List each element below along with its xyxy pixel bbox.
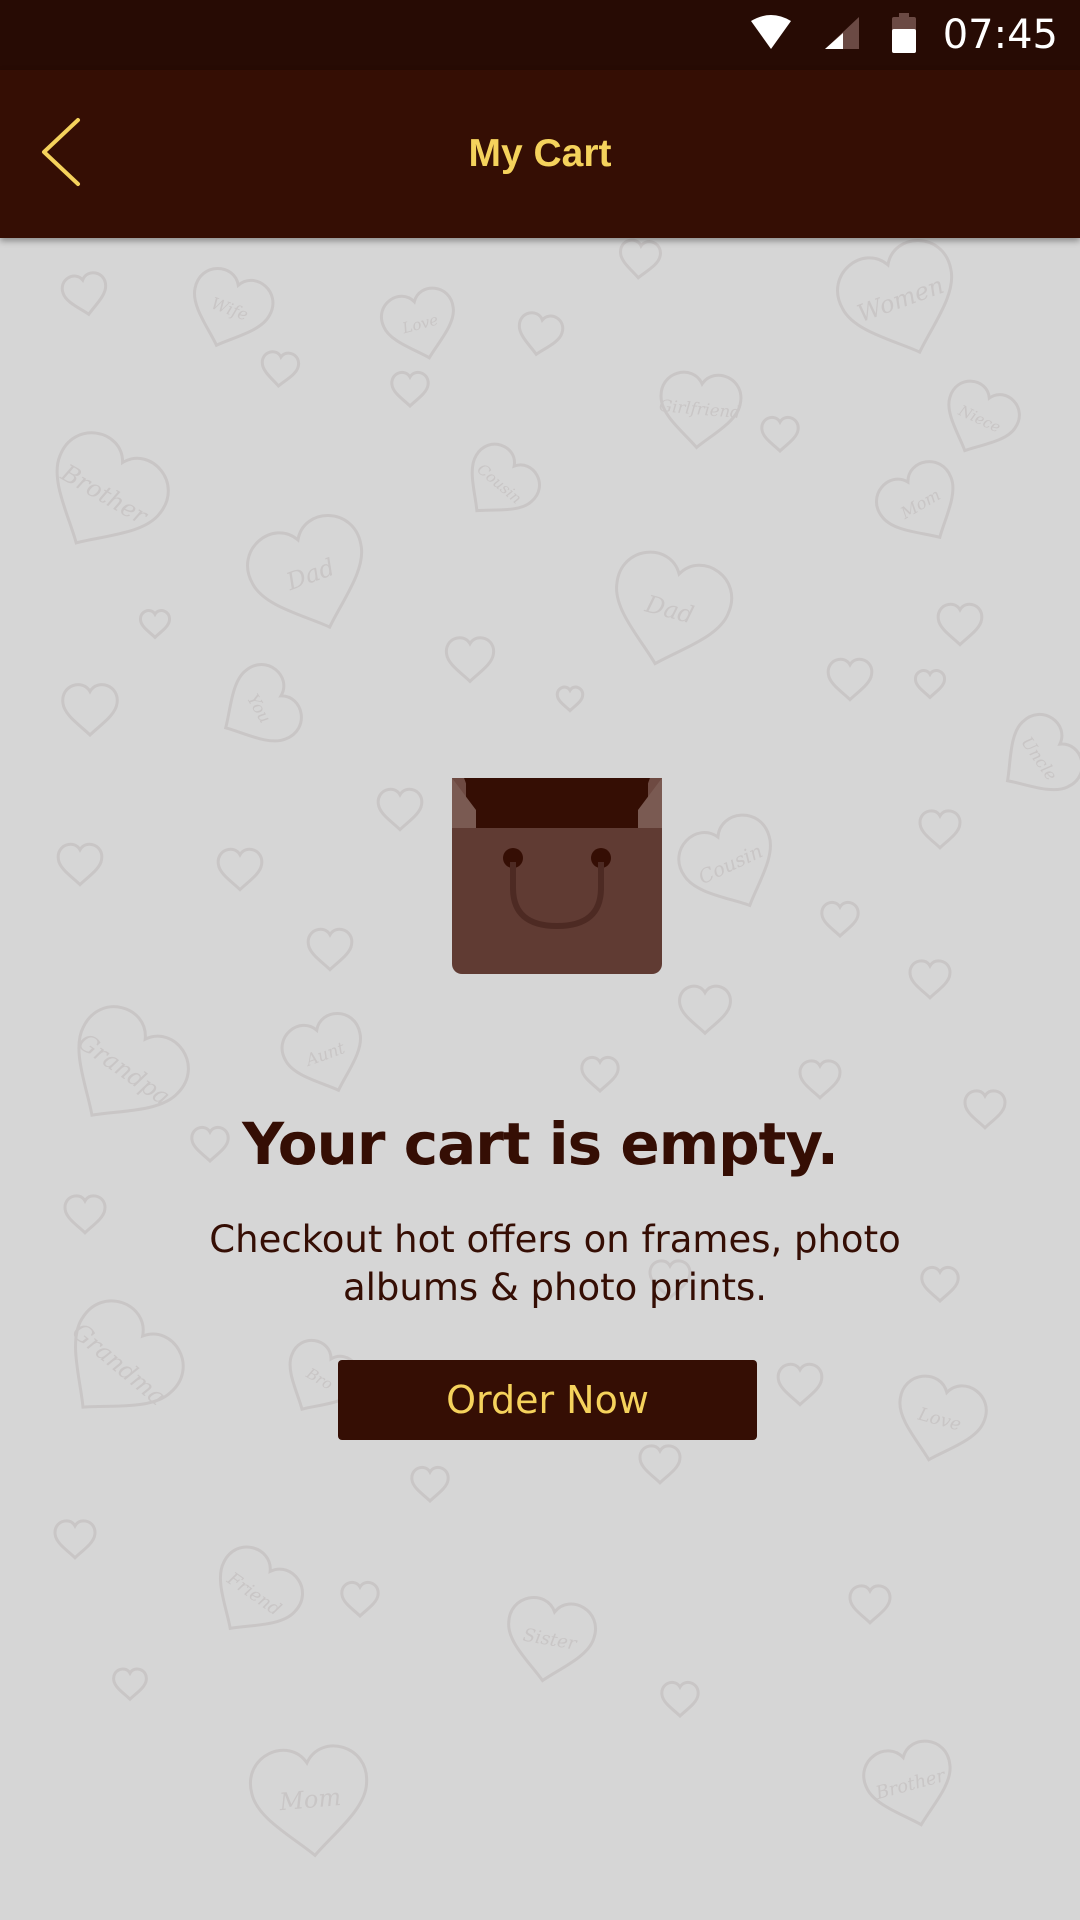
shopping-bag-icon <box>452 778 662 974</box>
order-now-button[interactable]: Order Now <box>338 1360 757 1440</box>
cellular-signal-icon <box>823 15 861 56</box>
app-bar: My Cart <box>0 70 1080 238</box>
empty-cart-subtitle: Checkout hot offers on frames, photo alb… <box>209 1218 901 1309</box>
cart-content: Wife Love Women Niece Girlfriend Brother Cousi… <box>0 238 1080 1920</box>
status-bar: 07:45 <box>0 0 1080 70</box>
status-clock: 07:45 <box>942 12 1058 58</box>
battery-icon <box>891 12 917 58</box>
wifi-icon <box>749 14 793 56</box>
page-title: My Cart <box>468 132 612 175</box>
empty-cart-state: Your cart is empty. Checkout hot offers … <box>0 238 1080 1920</box>
empty-cart-title: Your cart is empty. <box>242 1110 839 1178</box>
